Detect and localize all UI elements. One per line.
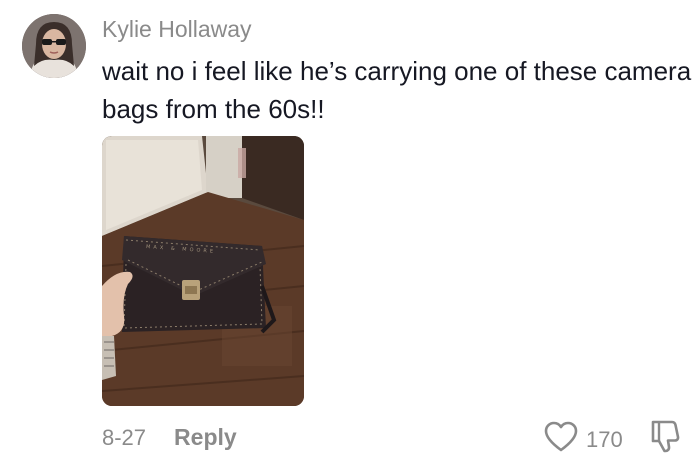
like-count: 170 — [586, 426, 623, 452]
thumbs-down-outline-icon — [650, 420, 682, 458]
heart-outline-icon — [544, 421, 578, 458]
comment-username[interactable]: Kylie Hollaway — [102, 16, 252, 43]
dislike-button[interactable] — [650, 418, 682, 454]
comment-text: wait no i feel like he’s carrying one of… — [102, 56, 692, 124]
comment-meta: 8-27 Reply — [102, 424, 237, 451]
comment-item: Kylie Hollaway wait no i feel like he’s … — [0, 0, 700, 472]
reply-button[interactable]: Reply — [174, 424, 237, 451]
avatar[interactable] — [22, 14, 86, 78]
comment-date: 8-27 — [102, 424, 147, 450]
like-button[interactable]: 170 — [544, 421, 623, 458]
comment-photo[interactable]: MAX & MOORE — [102, 136, 304, 406]
